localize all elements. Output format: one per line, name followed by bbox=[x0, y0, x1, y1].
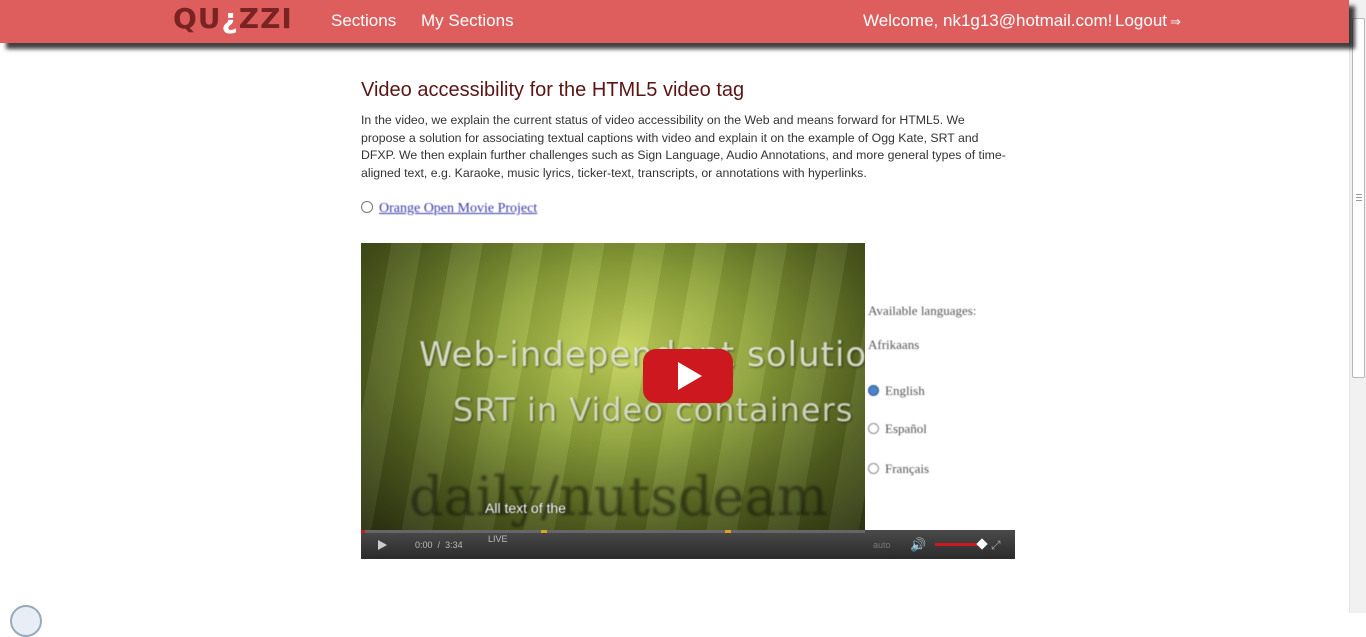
video-source-link-row: Orange Open Movie Project bbox=[361, 201, 537, 217]
feedback-badge-icon[interactable] bbox=[10, 605, 42, 637]
vertical-scrollbar[interactable] bbox=[1349, 0, 1366, 613]
nav-my-sections-link[interactable]: My Sections bbox=[421, 11, 514, 31]
video-source-link[interactable]: Orange Open Movie Project bbox=[379, 201, 537, 216]
volume-slider[interactable] bbox=[935, 543, 980, 546]
progress-bar[interactable] bbox=[361, 530, 865, 533]
time-display: 0:00 / 3:34 bbox=[415, 540, 463, 550]
small-play-icon[interactable] bbox=[378, 540, 387, 550]
fullscreen-icon[interactable]: ⤢ bbox=[991, 538, 1001, 553]
logout-button[interactable]: Logout ⇒ bbox=[1115, 11, 1181, 31]
sign-out-icon: ⇒ bbox=[1170, 14, 1181, 29]
language-label: Afrikaans bbox=[868, 337, 920, 352]
live-label: LIVE bbox=[488, 534, 508, 544]
globe-icon bbox=[361, 201, 373, 213]
language-option[interactable]: Español bbox=[868, 421, 927, 437]
video-description: In the video, we explain the current sta… bbox=[361, 113, 1006, 180]
play-icon bbox=[678, 362, 702, 390]
language-option[interactable]: Afrikaans bbox=[868, 337, 919, 353]
progress-played bbox=[361, 530, 365, 533]
top-navbar: QU¿ZZI Sections My Sections Welcome, nk1… bbox=[0, 0, 1349, 43]
video-overlay-text: Web-independent solutions bbox=[419, 335, 865, 375]
video-overlay-text: daily/nutsdeam bbox=[409, 465, 828, 528]
play-button[interactable] bbox=[643, 349, 733, 403]
language-label: Español bbox=[885, 421, 927, 436]
nav-sections-link[interactable]: Sections bbox=[331, 11, 396, 31]
video-frame[interactable]: Web-independent solutions SRT in Video c… bbox=[361, 243, 865, 530]
logout-label: Logout bbox=[1115, 11, 1167, 30]
radio-selected-icon bbox=[868, 385, 879, 396]
volume-knob[interactable] bbox=[976, 538, 988, 550]
radio-icon bbox=[868, 463, 879, 474]
progress-marker bbox=[725, 530, 731, 533]
language-label: Français bbox=[885, 461, 930, 476]
radio-icon bbox=[868, 423, 879, 434]
language-label: English bbox=[885, 383, 925, 398]
language-option[interactable]: English bbox=[868, 383, 925, 399]
progress-marker bbox=[541, 530, 547, 533]
video-caption: All text of the bbox=[485, 500, 566, 516]
volume-icon[interactable]: 🔊 bbox=[910, 537, 926, 553]
video-controls: 0:00 / 3:34 LIVE auto 🔊 ⤢ bbox=[361, 530, 1015, 559]
scroll-grip-icon bbox=[1356, 194, 1362, 201]
quizzi-logo[interactable]: QU¿ZZI bbox=[173, 2, 293, 35]
scrollbar-thumb[interactable] bbox=[1352, 18, 1365, 378]
welcome-message: Welcome, nk1g13@hotmail.com! bbox=[863, 11, 1113, 30]
page-title: Video accessibility for the HTML5 video … bbox=[361, 79, 745, 101]
language-option[interactable]: Français bbox=[868, 461, 929, 477]
languages-title: Available languages: bbox=[868, 303, 977, 318]
video-player[interactable]: Web-independent solutions SRT in Video c… bbox=[361, 243, 1015, 559]
quality-label[interactable]: auto bbox=[873, 540, 891, 550]
